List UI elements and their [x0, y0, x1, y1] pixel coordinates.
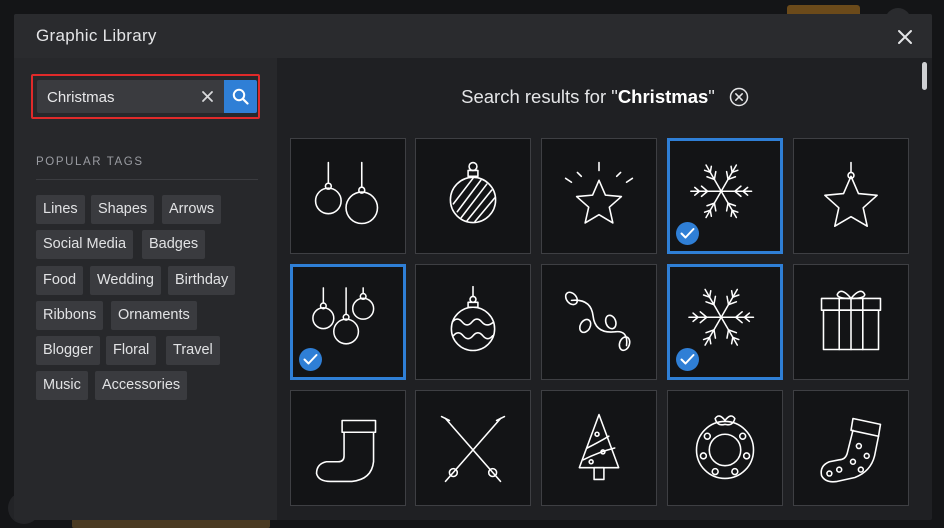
tag-travel[interactable]: Travel	[166, 336, 220, 365]
graphic-tile[interactable]	[415, 264, 531, 380]
divider	[36, 179, 258, 180]
graphic-tile[interactable]	[793, 390, 909, 506]
tag-badges[interactable]: Badges	[142, 230, 206, 259]
wreath-icon	[695, 415, 755, 480]
tag-arrows[interactable]: Arrows	[162, 195, 222, 224]
modal-header: Graphic Library	[14, 14, 932, 58]
results-prefix: Search results for "	[461, 86, 618, 107]
stocking-icon	[315, 419, 377, 483]
close-icon	[898, 30, 912, 44]
search-button[interactable]	[224, 80, 257, 113]
wavy-ornament-icon	[450, 285, 496, 352]
selected-check-badge	[676, 222, 699, 245]
shining-star-icon	[564, 161, 634, 224]
results-title: Search results for "Christmas"	[290, 86, 920, 108]
tag-blogger[interactable]: Blogger	[36, 336, 100, 365]
tag-shapes[interactable]: Shapes	[91, 195, 155, 224]
search-clear-button[interactable]	[199, 88, 216, 105]
graphic-tile[interactable]	[415, 390, 531, 506]
striped-ornament-icon	[449, 161, 497, 224]
graphic-tile[interactable]	[415, 138, 531, 254]
dotted-stocking-icon	[820, 417, 882, 483]
clear-search-button[interactable]	[729, 87, 749, 107]
graphic-tile[interactable]	[793, 264, 909, 380]
selected-check-badge	[676, 348, 699, 371]
graphic-tile[interactable]	[290, 138, 406, 254]
checkmark-icon	[680, 354, 695, 365]
tag-accessories[interactable]: Accessories	[95, 371, 188, 400]
graphic-tile[interactable]	[667, 390, 783, 506]
search-input[interactable]	[45, 80, 199, 115]
christmas-tree-icon	[578, 413, 620, 481]
graphic-tile[interactable]	[290, 390, 406, 506]
gift-box-icon	[820, 290, 882, 351]
results-query: Christmas	[617, 86, 709, 107]
hanging-star-icon	[824, 161, 878, 227]
tag-music[interactable]: Music	[36, 371, 88, 400]
tag-social-media[interactable]: Social Media	[36, 230, 134, 259]
selected-check-badge	[299, 348, 322, 371]
tag-lines[interactable]: Lines	[36, 195, 85, 224]
close-button[interactable]	[894, 26, 916, 48]
results-suffix: "	[708, 86, 715, 107]
scrollbar[interactable]	[919, 58, 929, 520]
tag-ornaments[interactable]: Ornaments	[111, 301, 197, 330]
graphic-tile[interactable]	[793, 138, 909, 254]
tag-birthday[interactable]: Birthday	[168, 266, 236, 295]
circle-close-icon	[729, 87, 749, 107]
sidebar: POPULAR TAGS Lines Shapes Arrows Social …	[14, 58, 277, 520]
scrollbar-thumb[interactable]	[922, 62, 927, 90]
clear-icon	[202, 91, 213, 102]
graphic-tile[interactable]	[541, 264, 657, 380]
graphic-tile[interactable]	[667, 138, 783, 254]
modal-title: Graphic Library	[36, 26, 157, 45]
graphic-tile[interactable]	[541, 390, 657, 506]
graphic-tile[interactable]	[667, 264, 783, 380]
graphic-library-modal: Graphic Library POPULAR TAGS Lines	[14, 14, 932, 520]
string-lights-icon	[564, 291, 631, 352]
tag-wedding[interactable]: Wedding	[90, 266, 161, 295]
popular-tags-heading: POPULAR TAGS	[36, 156, 144, 168]
crossed-ski-poles-icon	[440, 415, 506, 483]
search-icon	[232, 88, 249, 105]
tag-floral[interactable]: Floral	[106, 336, 157, 365]
graphic-tile[interactable]	[541, 138, 657, 254]
two-ornaments-icon	[314, 161, 379, 225]
tag-ribbons[interactable]: Ribbons	[36, 301, 104, 330]
checkmark-icon	[680, 228, 695, 239]
tag-food[interactable]: Food	[36, 266, 84, 295]
checkmark-icon	[303, 354, 318, 365]
search-box	[37, 80, 224, 115]
graphic-tile[interactable]	[290, 264, 406, 380]
